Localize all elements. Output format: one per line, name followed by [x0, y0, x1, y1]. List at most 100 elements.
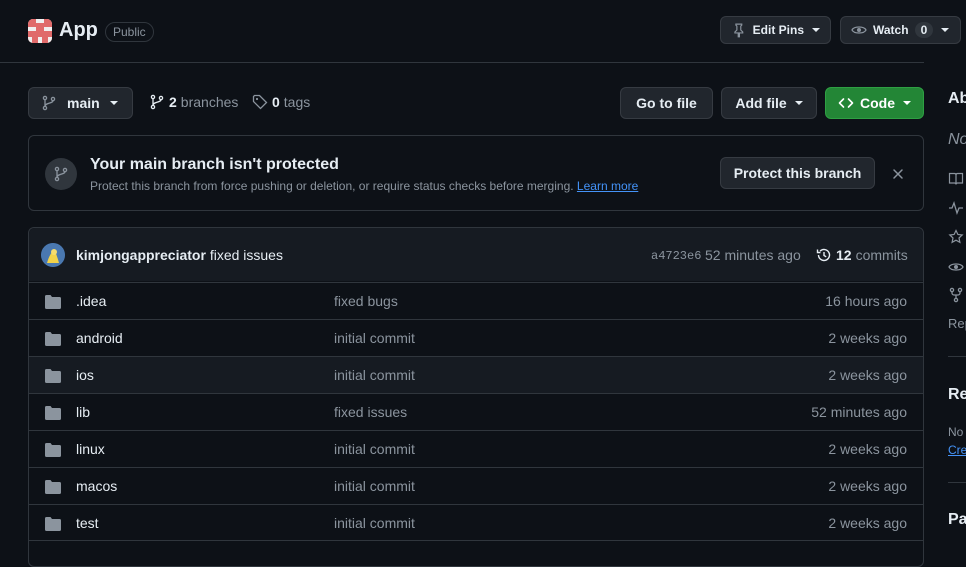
repo-avatar[interactable] [28, 19, 52, 43]
table-row[interactable]: .idea fixed bugs 16 hours ago [29, 282, 923, 319]
branch-selector[interactable]: main [28, 87, 133, 119]
file-time: 2 weeks ago [828, 330, 907, 346]
pulse-icon [949, 201, 963, 215]
folder-icon [45, 480, 61, 494]
file-name[interactable]: ios [76, 367, 94, 383]
file-commit-message[interactable]: initial commit [334, 441, 415, 457]
banner-title: Your main branch isn't protected [90, 156, 339, 173]
branch-icon [54, 166, 68, 182]
table-row[interactable]: ios initial commit 2 weeks ago [29, 356, 923, 393]
create-release-link[interactable]: Cre [948, 443, 966, 457]
history-icon [816, 248, 831, 262]
file-name[interactable]: linux [76, 441, 105, 457]
chevron-down-icon [812, 28, 820, 32]
commits-link[interactable]: 12 commits [816, 247, 908, 263]
chevron-down-icon [109, 101, 118, 105]
folder-icon [45, 332, 61, 346]
fork-icon [949, 287, 963, 303]
folder-icon [45, 369, 61, 383]
file-name[interactable]: macos [76, 478, 117, 494]
add-file-label: Add file [735, 95, 787, 111]
add-file-button[interactable]: Add file [721, 87, 817, 119]
branches-label: branches [180, 94, 239, 110]
file-time: 16 hours ago [825, 293, 907, 309]
watch-count: 0 [914, 22, 934, 38]
branches-link[interactable]: 2 branches [149, 94, 238, 110]
folder-icon [45, 443, 61, 457]
commits-count: 12 [836, 247, 852, 263]
branch-protection-banner: Your main branch isn't protected Protect… [28, 135, 924, 211]
file-commit-message[interactable]: initial commit [334, 330, 415, 346]
table-row[interactable]: macos initial commit 2 weeks ago [29, 467, 923, 504]
file-commit-message[interactable]: initial commit [334, 367, 415, 383]
chevron-down-icon [794, 101, 803, 105]
file-name[interactable]: android [76, 330, 123, 346]
header-divider [0, 62, 924, 63]
commit-author[interactable]: kimjongappreciator [76, 247, 206, 263]
commit-time: 52 minutes ago [705, 247, 801, 263]
file-name[interactable]: lib [76, 404, 90, 420]
go-to-file-label: Go to file [636, 95, 697, 111]
book-icon [948, 172, 964, 185]
protect-branch-button[interactable]: Protect this branch [720, 157, 875, 189]
branch-icon [42, 95, 56, 111]
commit-sha[interactable]: a4723e6 [651, 249, 701, 263]
releases-heading[interactable]: Re [948, 386, 966, 404]
packages-heading[interactable]: Pa [948, 511, 966, 529]
banner-description: Protect this branch from force pushing o… [90, 179, 638, 193]
folder-icon [45, 406, 61, 420]
file-time: 2 weeks ago [828, 441, 907, 457]
file-time: 2 weeks ago [828, 367, 907, 383]
repo-name[interactable]: App [59, 19, 98, 42]
edit-pins-button[interactable]: Edit Pins [720, 16, 831, 44]
branch-name: main [67, 95, 100, 111]
table-row[interactable]: linux initial commit 2 weeks ago [29, 430, 923, 467]
table-row[interactable]: android initial commit 2 weeks ago [29, 319, 923, 356]
folder-icon [45, 517, 61, 531]
tag-icon [252, 94, 268, 110]
tags-label: tags [283, 94, 311, 110]
close-icon[interactable] [891, 167, 905, 181]
avatar[interactable] [41, 243, 65, 267]
branches-count: 2 [169, 94, 177, 110]
watch-label: Watch [873, 23, 909, 37]
sidebar-divider [948, 482, 966, 483]
table-row[interactable]: test initial commit 2 weeks ago [29, 504, 923, 541]
learn-more-link[interactable]: Learn more [577, 179, 638, 193]
watch-button[interactable]: Watch 0 [840, 16, 961, 44]
about-heading: Ab [948, 90, 966, 107]
file-name[interactable]: .idea [76, 293, 106, 309]
code-button[interactable]: Code [825, 87, 924, 119]
file-commit-message[interactable]: initial commit [334, 478, 415, 494]
releases-empty-text: No [948, 425, 964, 439]
report-link[interactable]: Rep [948, 316, 966, 331]
protect-branch-label: Protect this branch [733, 165, 862, 181]
eye-icon [948, 263, 964, 271]
sidebar-divider [948, 356, 966, 357]
file-commit-message[interactable]: initial commit [334, 515, 415, 531]
latest-commit-bar: kimjongappreciator fixed issues a4723e6 … [29, 228, 923, 281]
tags-count: 0 [272, 94, 280, 110]
file-time: 2 weeks ago [828, 478, 907, 494]
row-divider [29, 540, 923, 541]
banner-icon-circle [45, 158, 77, 190]
code-label: Code [860, 95, 895, 111]
file-commit-message[interactable]: fixed bugs [334, 293, 398, 309]
user-avatar-icon [41, 243, 65, 267]
table-row[interactable]: lib fixed issues 52 minutes ago [29, 393, 923, 430]
go-to-file-button[interactable]: Go to file [620, 87, 713, 119]
file-time: 52 minutes ago [811, 404, 907, 420]
file-name[interactable]: test [76, 515, 99, 531]
file-time: 2 weeks ago [828, 515, 907, 531]
commit-message[interactable]: fixed issues [210, 247, 283, 263]
folder-icon [45, 295, 61, 309]
commits-label: commits [855, 247, 908, 263]
about-description: No [948, 131, 966, 148]
chevron-down-icon [941, 28, 950, 32]
code-icon [838, 98, 854, 108]
edit-pins-label: Edit Pins [752, 23, 804, 37]
star-icon [948, 229, 964, 244]
file-commit-message[interactable]: fixed issues [334, 404, 407, 420]
branch-icon [150, 94, 164, 110]
tags-link[interactable]: 0 tags [252, 94, 310, 110]
